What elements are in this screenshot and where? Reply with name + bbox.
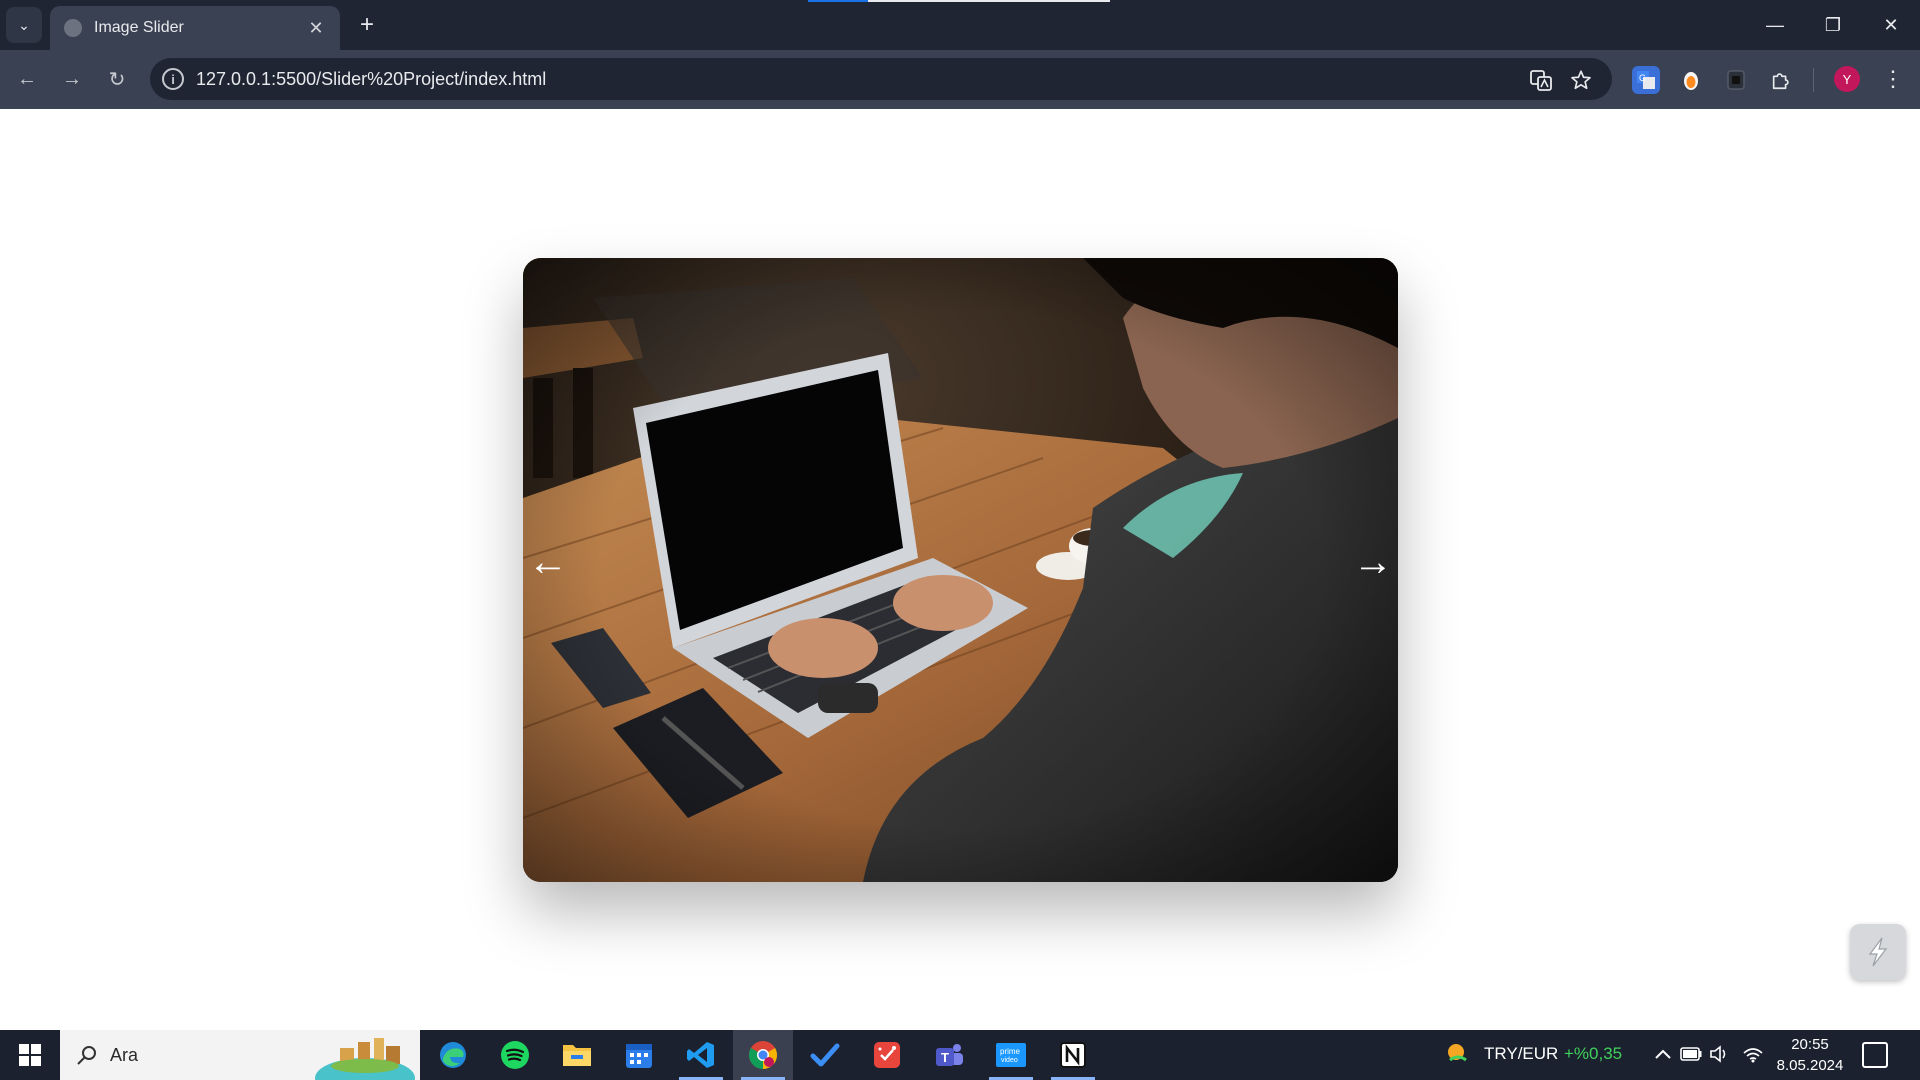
clock-time: 20:55	[1791, 1036, 1829, 1053]
google-translate-extension-icon[interactable]: G	[1632, 66, 1660, 94]
vscode-icon	[687, 1042, 714, 1068]
bookmark-star-icon[interactable]	[1568, 67, 1594, 93]
extensions-puzzle-icon[interactable]	[1767, 66, 1795, 94]
taskbar-calendar[interactable]	[609, 1030, 669, 1080]
taskbar-search[interactable]: Ara	[60, 1030, 420, 1080]
restore-button[interactable]: ❐	[1804, 0, 1862, 50]
wifi-icon[interactable]	[1742, 1043, 1764, 1065]
translate-icon[interactable]	[1528, 67, 1554, 93]
close-window-button[interactable]: ✕	[1862, 0, 1920, 50]
system-clock[interactable]: 20:55 8.05.2024	[1770, 1034, 1850, 1076]
checkmark-icon	[810, 1043, 840, 1067]
browser-menu-button[interactable]: ⋮	[1880, 64, 1906, 94]
loading-bar-accent	[808, 0, 868, 2]
chevron-down-icon: ⌄	[18, 16, 30, 33]
teams-icon: T	[936, 1044, 963, 1066]
start-button[interactable]	[0, 1030, 60, 1080]
toolbar-divider	[1813, 68, 1814, 92]
svg-text:G: G	[1639, 73, 1646, 83]
taskbar-teams[interactable]: T	[919, 1030, 979, 1080]
folder-icon	[563, 1045, 591, 1066]
taskbar-spotify[interactable]	[485, 1030, 545, 1080]
edge-icon	[440, 1042, 466, 1068]
windows-taskbar: Ara T prime video TRY/EUR +%0,35 20:55 8…	[0, 1030, 1920, 1080]
chrome-icon	[749, 1041, 777, 1069]
forward-button[interactable]: →	[55, 62, 89, 96]
new-tab-button[interactable]: +	[352, 10, 382, 40]
windows-logo-icon	[19, 1044, 41, 1066]
search-highlight-illustration	[315, 1038, 415, 1080]
clock-date: 8.05.2024	[1776, 1057, 1844, 1074]
ticker-pair[interactable]: TRY/EUR	[1484, 1044, 1558, 1064]
taskbar-app-red[interactable]	[857, 1030, 917, 1080]
taskbar-todo[interactable]	[795, 1030, 855, 1080]
active-tab[interactable]: Image Slider ✕	[50, 6, 340, 50]
prime-video-icon: primevideo	[996, 1043, 1026, 1067]
tab-title: Image Slider	[94, 19, 184, 36]
notification-center-icon[interactable]	[1862, 1042, 1888, 1068]
reload-button[interactable]: ↻	[100, 62, 134, 96]
image-slider: ← →	[523, 258, 1398, 882]
spotify-icon	[501, 1041, 529, 1069]
back-button[interactable]: ←	[10, 62, 44, 96]
svg-text:video: video	[1001, 1057, 1018, 1064]
tab-close-button[interactable]: ✕	[306, 18, 326, 39]
taskbar-file-explorer[interactable]	[547, 1030, 607, 1080]
lightning-icon	[1868, 937, 1888, 967]
svg-text:T: T	[941, 1050, 949, 1065]
extension-orange-icon[interactable]	[1677, 66, 1705, 94]
weather-sun-icon[interactable]	[1444, 1040, 1472, 1070]
calendar-icon	[626, 1044, 652, 1068]
chevron-up-icon[interactable]	[1652, 1043, 1674, 1065]
globe-icon	[64, 19, 82, 37]
taskbar-chrome[interactable]	[733, 1030, 793, 1080]
tab-search-button[interactable]: ⌄	[6, 7, 42, 43]
address-bar[interactable]: i 127.0.0.1:5500/Slider%20Project/index.…	[150, 58, 1612, 100]
notion-icon	[1060, 1042, 1086, 1068]
previous-slide-button[interactable]: ←	[524, 538, 572, 586]
next-slide-button[interactable]: →	[1349, 538, 1397, 586]
taskbar-edge[interactable]	[423, 1030, 483, 1080]
sparkle-app-icon	[874, 1042, 900, 1068]
site-info-icon[interactable]: i	[162, 68, 184, 90]
window-controls: — ❐ ✕	[1746, 0, 1920, 50]
battery-icon[interactable]	[1680, 1043, 1702, 1065]
minimize-button[interactable]: —	[1746, 0, 1804, 50]
taskbar-vscode[interactable]	[671, 1030, 731, 1080]
taskbar-prime-video[interactable]: prime video	[981, 1030, 1041, 1080]
tab-strip: ⌄ Image Slider ✕ + — ❐ ✕	[0, 0, 1920, 50]
ticker-change[interactable]: +%0,35	[1564, 1044, 1622, 1064]
volume-icon[interactable]	[1709, 1043, 1731, 1065]
svg-text:prime: prime	[1000, 1047, 1021, 1056]
floating-extension-button[interactable]	[1850, 924, 1906, 980]
taskbar-notion[interactable]	[1043, 1030, 1103, 1080]
profile-avatar[interactable]: Y	[1834, 66, 1860, 92]
page-content: ← →	[0, 109, 1920, 1030]
search-placeholder: Ara	[110, 1044, 139, 1065]
extension-dark-icon[interactable]	[1722, 66, 1750, 94]
slide-image	[523, 258, 1398, 882]
url-text[interactable]: 127.0.0.1:5500/Slider%20Project/index.ht…	[196, 69, 546, 90]
search-icon	[77, 1046, 96, 1065]
